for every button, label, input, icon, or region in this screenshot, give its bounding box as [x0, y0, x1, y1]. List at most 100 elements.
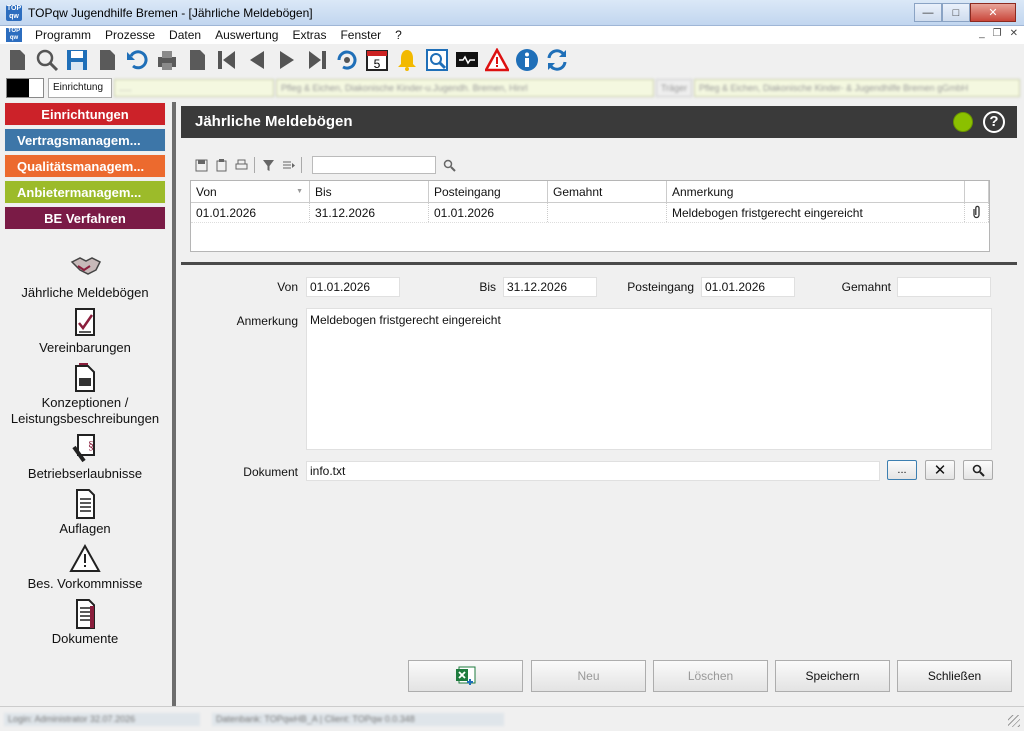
cell-gemahnt — [548, 203, 667, 222]
category-qualitaetsmanagement[interactable]: Qualitätsmanagem... — [4, 154, 166, 178]
menu-help[interactable]: ? — [388, 28, 409, 42]
minimize-button[interactable]: — — [914, 3, 942, 22]
einrichtung-name-field[interactable]: Pfleg & Eichen, Diakonische Kinder-u.Jug… — [276, 79, 654, 97]
von-field[interactable]: 01.01.2026 — [306, 277, 400, 297]
refresh-user-icon[interactable] — [334, 47, 360, 73]
category-be-verfahren[interactable]: BE Verfahren — [4, 206, 166, 230]
nav-bes-vorkommnisse[interactable]: Bes. Vorkommnisse — [0, 543, 170, 592]
mdi-app-icon[interactable]: TOP qw — [6, 28, 22, 42]
nav-dokumente[interactable]: Dokumente — [0, 598, 170, 647]
list-icon — [76, 489, 95, 519]
monitor-icon[interactable] — [454, 47, 480, 73]
next-record-icon[interactable] — [274, 47, 300, 73]
column-bis[interactable]: Bis — [310, 181, 429, 202]
first-record-icon[interactable] — [214, 47, 240, 73]
menu-programm[interactable]: Programm — [28, 28, 98, 42]
resize-grip-icon[interactable] — [1008, 715, 1020, 727]
browse-button[interactable]: ... — [887, 460, 917, 480]
dokument-field[interactable]: info.txt — [306, 461, 880, 481]
category-einrichtungen[interactable]: Einrichtungen — [4, 102, 166, 126]
grid-clipboard-icon[interactable] — [214, 158, 228, 172]
paperclip-icon[interactable] — [965, 203, 989, 222]
cell-posteingang: 01.01.2026 — [429, 203, 548, 222]
menu-auswertung[interactable]: Auswertung — [208, 28, 285, 42]
traeger-field[interactable]: Pfleg & Eichen, Diakonische Kinder- & Ju… — [694, 79, 1020, 97]
svg-text:5: 5 — [374, 57, 381, 71]
save-button[interactable]: Speichern — [775, 660, 890, 692]
bis-field[interactable]: 31.12.2026 — [503, 277, 597, 297]
menu-daten[interactable]: Daten — [162, 28, 208, 42]
title-bar: TOP qw TOPqw Jugendhilfe Bremen - [Jährli… — [0, 0, 1024, 26]
menu-prozesse[interactable]: Prozesse — [98, 28, 162, 42]
delete-icon[interactable] — [184, 47, 210, 73]
table-header: Von ▼ Bis Posteingang Gemahnt Anmerkung — [191, 181, 989, 203]
nav-auflagen[interactable]: Auflagen — [0, 488, 170, 537]
table-row[interactable]: 01.01.2026 31.12.2026 01.01.2026 Meldebo… — [191, 203, 989, 223]
einrichtung-label: Einrichtung — [48, 78, 112, 98]
previous-record-icon[interactable] — [244, 47, 270, 73]
sidebar-splitter[interactable] — [172, 102, 176, 706]
maximize-button[interactable]: □ — [942, 3, 970, 22]
cell-bis: 31.12.2026 — [310, 203, 429, 222]
mdi-close-icon[interactable]: ✕ — [1010, 28, 1018, 39]
grid-search-input[interactable] — [312, 156, 436, 174]
calendar-icon[interactable]: 5 — [364, 47, 390, 73]
menu-extras[interactable]: Extras — [285, 28, 333, 42]
copy-icon[interactable] — [94, 47, 120, 73]
menu-fenster[interactable]: Fenster — [333, 28, 388, 42]
grid-filter-icon[interactable] — [261, 158, 275, 172]
save-icon[interactable] — [64, 47, 90, 73]
gemahnt-field[interactable] — [897, 277, 991, 297]
nav-jaehrliche-meldeboegen[interactable]: Jährliche Meldebögen — [0, 252, 170, 301]
bell-icon[interactable] — [394, 47, 420, 73]
category-vertragsmanagement[interactable]: Vertragsmanagem... — [4, 128, 166, 152]
main-panel: Jährliche Meldebögen ? Von ▼ Bis Posteing… — [178, 102, 1020, 706]
category-anbietermanagement[interactable]: Anbietermanagem... — [4, 180, 166, 204]
column-anmerkung[interactable]: Anmerkung — [667, 181, 965, 202]
permit-icon: § — [72, 434, 95, 463]
column-posteingang[interactable]: Posteingang — [429, 181, 548, 202]
nav-betriebserlaubnisse[interactable]: § Betriebserlaubnisse — [0, 433, 170, 482]
posteingang-field[interactable]: 01.01.2026 — [701, 277, 795, 297]
undo-icon[interactable] — [124, 47, 150, 73]
search-icon[interactable] — [34, 47, 60, 73]
excel-export-button[interactable] — [408, 660, 523, 692]
report-search-icon[interactable] — [424, 47, 450, 73]
nav-konzeptionen[interactable]: Konzeptionen / Leistungsbeschreibungen — [0, 362, 170, 427]
print-icon[interactable] — [154, 47, 180, 73]
von-label: Von — [277, 280, 298, 294]
dokument-label: Dokument — [243, 465, 298, 479]
window-title: TOPqw Jugendhilfe Bremen - [Jährliche Me… — [28, 6, 313, 20]
column-attachment — [965, 181, 989, 202]
einrichtung-id-field[interactable]: ..... — [114, 79, 274, 97]
new-document-icon[interactable] — [4, 47, 30, 73]
close-form-button[interactable]: Schließen — [897, 660, 1012, 692]
posteingang-label: Posteingang — [627, 280, 694, 294]
grid-print-icon[interactable] — [234, 158, 248, 172]
help-button[interactable]: ? — [983, 111, 1005, 133]
grid-save-icon[interactable] — [194, 158, 208, 172]
alert-icon[interactable] — [484, 47, 510, 73]
status-bar: Login: Administrator 32.07.2026 Datenban… — [0, 706, 1024, 731]
toolbar: 5 — [0, 44, 1024, 76]
magnifier-icon — [972, 464, 985, 477]
clear-document-button[interactable]: ✕ — [925, 460, 955, 480]
info-icon[interactable] — [514, 47, 540, 73]
delete-button[interactable]: Löschen — [653, 660, 768, 692]
color-indicator — [6, 78, 44, 98]
nav-vereinbarungen[interactable]: Vereinbarungen — [0, 307, 170, 356]
sync-icon[interactable] — [544, 47, 570, 73]
grid-search-icon[interactable] — [442, 158, 456, 172]
new-button[interactable]: Neu — [531, 660, 646, 692]
column-von[interactable]: Von ▼ — [191, 181, 310, 202]
close-button[interactable]: ✕ — [970, 3, 1016, 22]
mdi-restore-icon[interactable]: ❐ — [993, 28, 1002, 39]
view-document-button[interactable] — [963, 460, 993, 480]
sidebar: Einrichtungen Vertragsmanagem... Qualitä… — [0, 102, 170, 706]
column-gemahnt[interactable]: Gemahnt — [548, 181, 667, 202]
last-record-icon[interactable] — [304, 47, 330, 73]
mdi-minimize-icon[interactable]: _ — [979, 28, 985, 39]
grid-columns-icon[interactable] — [281, 158, 295, 172]
panel-header: Jährliche Meldebögen ? — [181, 106, 1017, 138]
anmerkung-textarea[interactable]: Meldebogen fristgerecht eingereicht — [306, 308, 992, 450]
